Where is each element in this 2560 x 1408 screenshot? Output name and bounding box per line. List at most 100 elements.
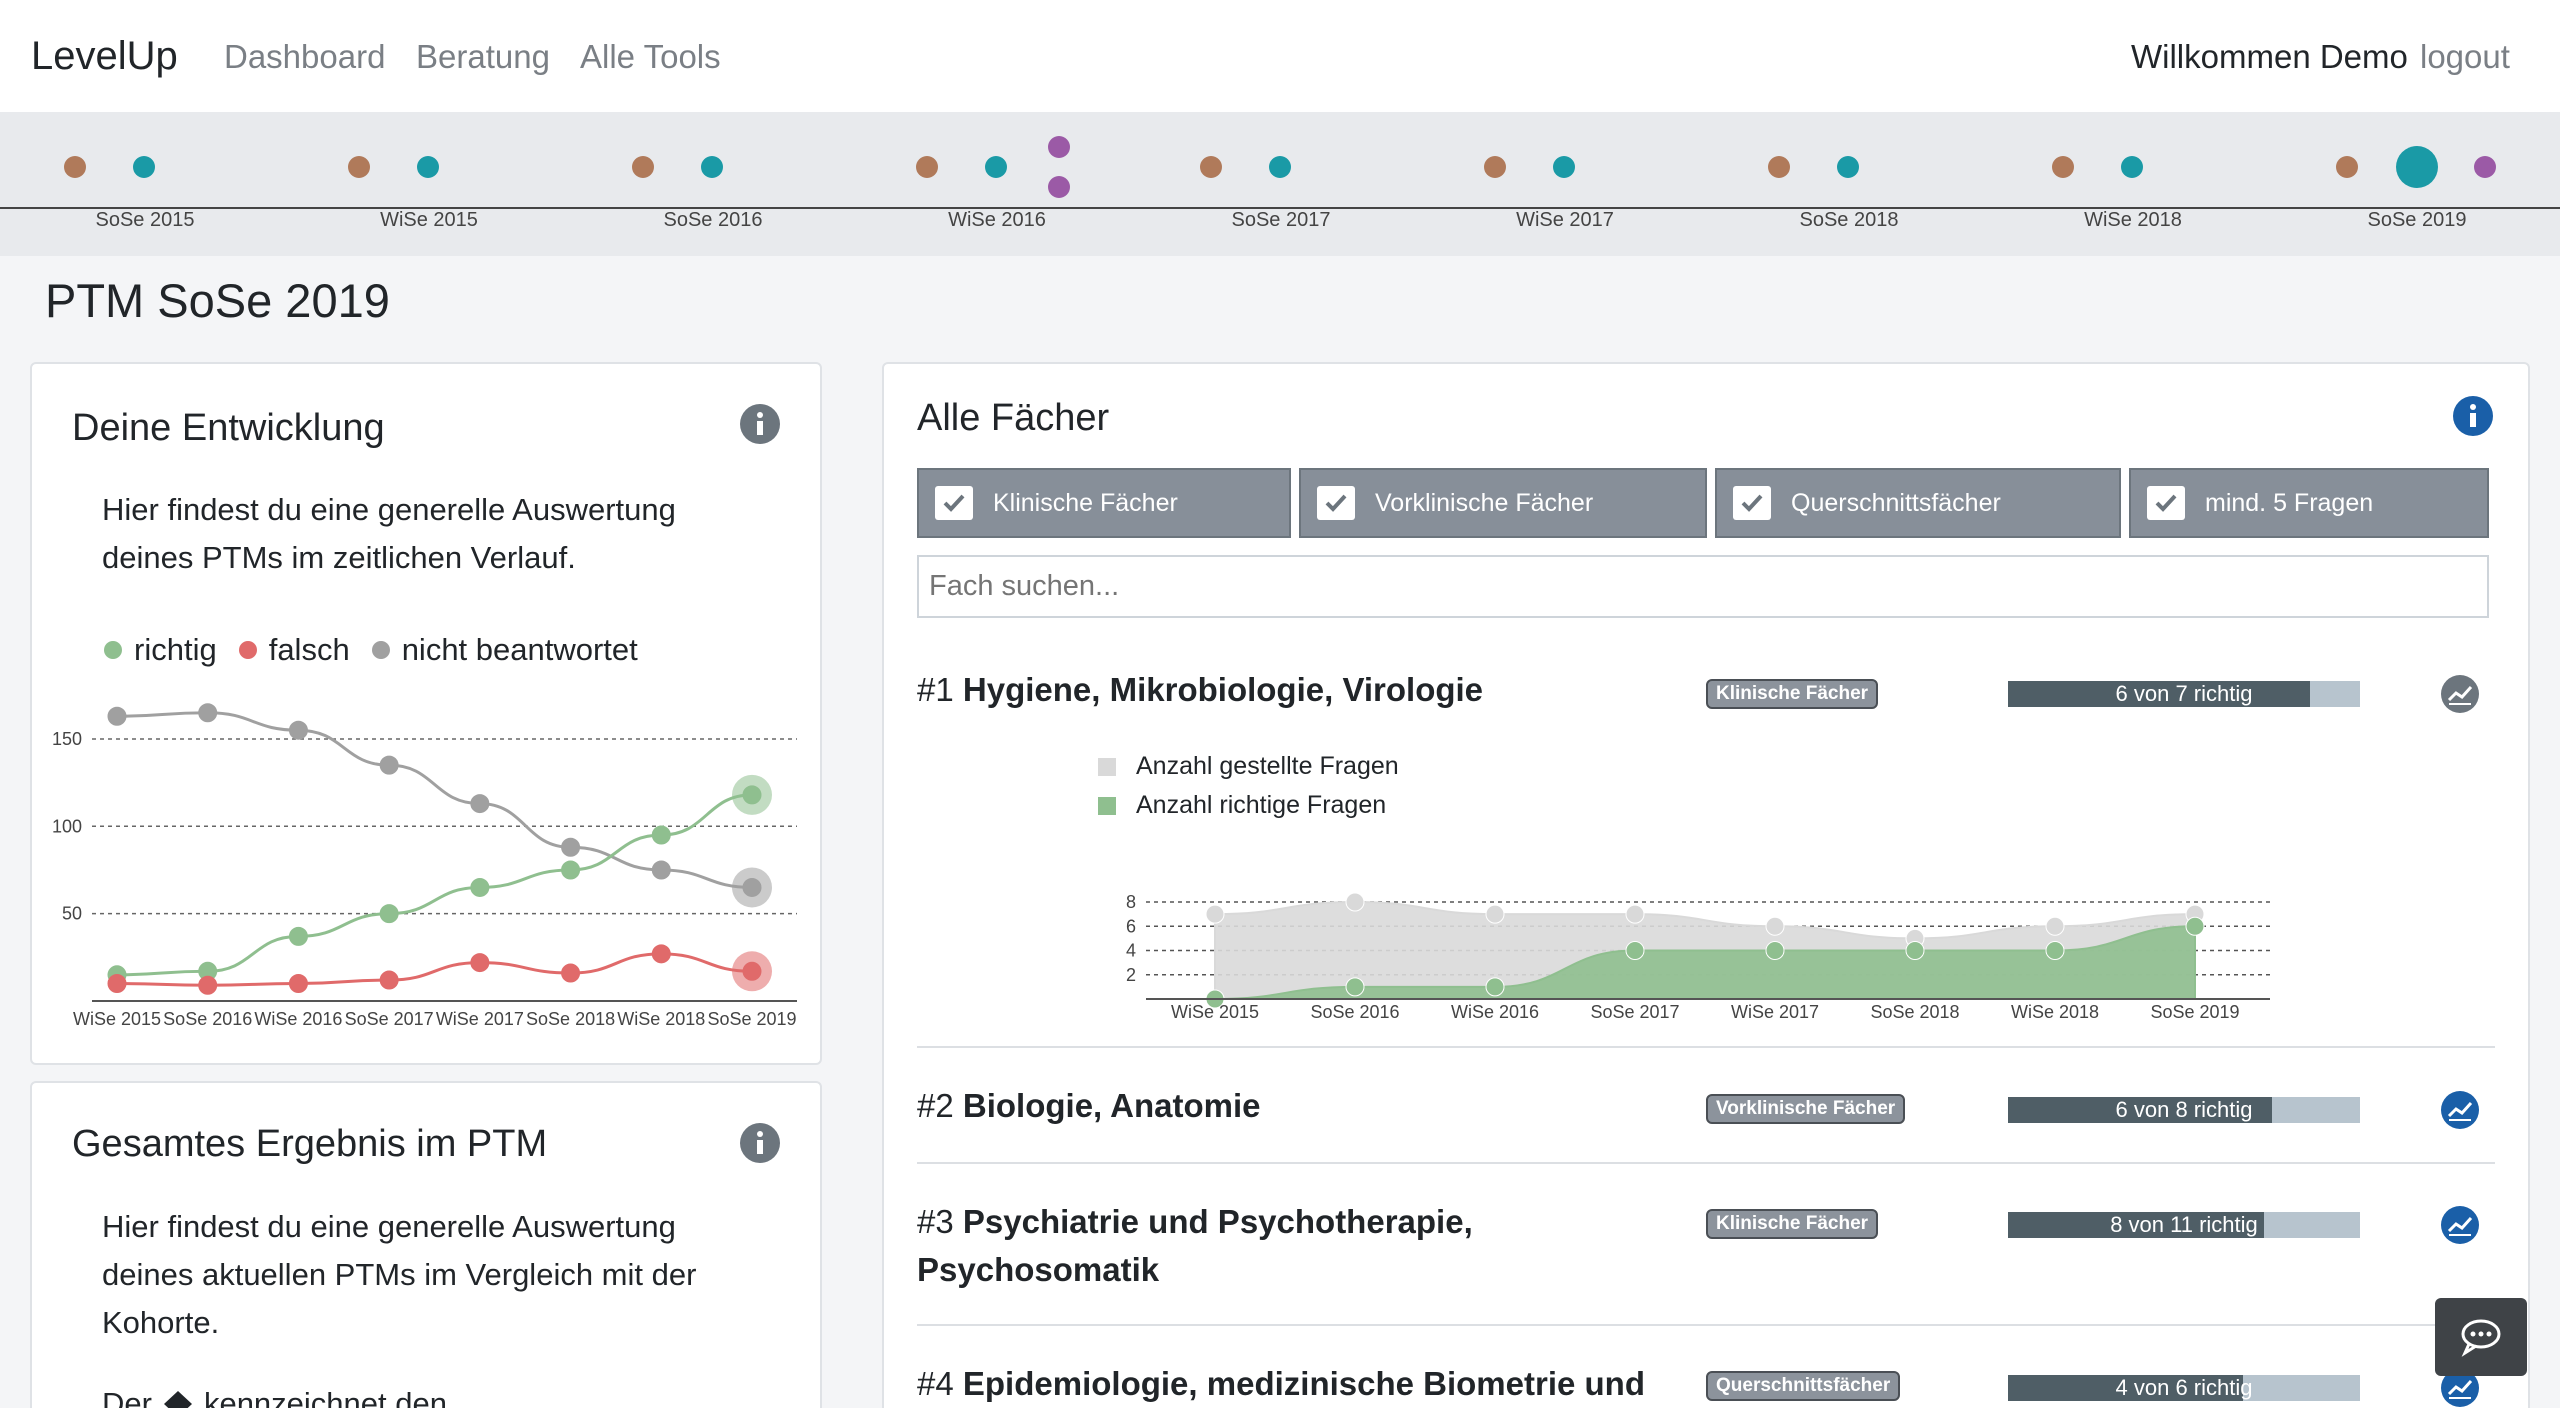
total-result-description: Hier findest du eine generelle Auswertun… xyxy=(102,1209,697,1340)
x-tick-label: SoSe 2016 xyxy=(163,1009,252,1029)
progress-bar: 6 von 8 richtig xyxy=(2008,1097,2360,1123)
progress-label: 4 von 6 richtig xyxy=(2115,1375,2253,1400)
series-point xyxy=(1345,892,1365,912)
subject-title-1[interactable]: #1 Hygiene, Mikrobiologie, Virologie xyxy=(917,666,1483,714)
series-point xyxy=(651,944,671,964)
timeline-dot-brown xyxy=(348,156,370,178)
y-tick-label: 4 xyxy=(1126,941,1136,961)
timeline-dot-brown xyxy=(1484,156,1506,178)
chart-toggle-icon[interactable] xyxy=(2440,674,2480,714)
nav-link-dashboard[interactable]: Dashboard xyxy=(224,38,385,76)
timeline-dot-brown xyxy=(64,156,86,178)
subject-detail-area-chart: 2 4 6 8 WiSe 2015 SoSe 2016 WiSe 2016 SoSe 2017… xyxy=(1126,892,2270,1022)
nav-link-beratung[interactable]: Beratung xyxy=(416,38,550,76)
timeline-dot-teal xyxy=(133,156,155,178)
x-tick-label: SoSe 2018 xyxy=(526,1009,615,1029)
checkbox-checked-icon[interactable] xyxy=(2147,486,2185,520)
timeline-semester-label: WiSe 2017 xyxy=(1516,209,1614,231)
timeline-dot-brown xyxy=(916,156,938,178)
progress-label: 6 von 8 richtig xyxy=(2115,1097,2253,1122)
development-legend: richtig falsch nicht beantwortet xyxy=(104,632,660,668)
development-card: Deine Entwicklung Hier findest du eine g… xyxy=(30,362,822,1065)
subject-title-2[interactable]: #2 Biologie, Anatomie xyxy=(917,1082,1261,1130)
series-point xyxy=(470,877,490,897)
legend-dot-grey xyxy=(371,641,390,659)
info-icon[interactable] xyxy=(740,1123,780,1163)
legend-swatch-grey xyxy=(1098,757,1116,776)
category-badge: Klinische Fächer xyxy=(1706,679,1879,709)
info-icon[interactable] xyxy=(2453,396,2493,436)
page-title: PTM SoSe 2019 xyxy=(45,274,390,327)
timeline-dot-brown xyxy=(2052,156,2074,178)
chart-toggle-icon[interactable] xyxy=(2440,1090,2480,1130)
checkbox-checked-icon[interactable] xyxy=(935,486,973,520)
legend-item-falsch: falsch xyxy=(238,632,350,668)
series-point xyxy=(651,825,671,845)
series-point xyxy=(1485,904,1505,924)
development-card-title: Deine Entwicklung xyxy=(72,407,385,449)
filter-mind-5-fragen[interactable]: mind. 5 Fragen xyxy=(2129,468,2489,538)
timeline-dot-brown xyxy=(2336,156,2358,178)
filter-vorklinische-faecher[interactable]: Vorklinische Fächer xyxy=(1299,468,1707,538)
legend-label-richtig: richtig xyxy=(134,632,217,667)
nav-link-alle-tools[interactable]: Alle Tools xyxy=(580,38,721,76)
diamond-icon xyxy=(163,1391,192,1408)
subject-title-4[interactable]: #4 Epidemiologie, medizinische Biometrie… xyxy=(917,1360,1645,1408)
series-point xyxy=(288,926,308,946)
subject-name-continued: Psychosomatik xyxy=(917,1251,1160,1288)
timeline-dot-purple xyxy=(1048,176,1070,198)
category-badge: Vorklinische Fächer xyxy=(1706,1094,1906,1124)
subjects-card-title: Alle Fächer xyxy=(917,397,1110,439)
legend-item-nicht-beantwortet: nicht beantwortet xyxy=(371,632,638,668)
subject-title-3[interactable]: #3 Psychiatrie und Psychotherapie, Psych… xyxy=(917,1198,1473,1294)
timeline-semester-label: WiSe 2015 xyxy=(380,209,478,231)
timeline-dot-teal xyxy=(2121,156,2143,178)
series-point xyxy=(561,837,581,857)
progress-bar: 4 von 6 richtig xyxy=(2008,1375,2360,1401)
timeline-dot-selected xyxy=(2396,146,2438,188)
category-badge: Klinische Fächer xyxy=(1706,1209,1879,1239)
timeline-semester-label: SoSe 2015 xyxy=(96,209,195,231)
marker-text-after: kennzeichnet den xyxy=(203,1386,447,1408)
y-tick-label: 6 xyxy=(1126,916,1136,936)
series-point xyxy=(288,974,308,994)
timeline-dot-purple xyxy=(1048,136,1070,158)
timeline-semester-label: SoSe 2016 xyxy=(664,209,763,231)
info-icon[interactable] xyxy=(740,404,780,444)
subject-rank: #1 xyxy=(917,671,954,708)
series-point xyxy=(742,961,762,981)
filter-klinische-faecher[interactable]: Klinische Fächer xyxy=(917,468,1291,538)
timeline-dot-brown xyxy=(1200,156,1222,178)
logout-link[interactable]: logout xyxy=(2420,38,2510,76)
chat-icon xyxy=(2461,1319,2501,1357)
series-point xyxy=(561,860,581,880)
filter-label: Querschnittsfächer xyxy=(1791,488,2001,517)
timeline-dot-teal xyxy=(985,156,1007,178)
brand-logo[interactable]: LevelUp xyxy=(31,34,178,79)
subject-name: Psychiatrie und Psychotherapie, xyxy=(962,1203,1473,1240)
timeline-dot-teal xyxy=(701,156,723,178)
timeline-dot-teal xyxy=(417,156,439,178)
timeline-svg: SoSe 2015 WiSe 2015 SoSe 2016 WiSe 2016 SoSe… xyxy=(0,136,2560,231)
marker-text-before: Der xyxy=(102,1386,152,1408)
x-tick-label: SoSe 2019 xyxy=(2150,1002,2239,1022)
row-divider xyxy=(917,1324,2495,1326)
total-result-card-title: Gesamtes Ergebnis im PTM xyxy=(72,1123,548,1165)
series-point xyxy=(742,877,762,897)
filter-label: mind. 5 Fragen xyxy=(2205,488,2374,517)
checkbox-checked-icon[interactable] xyxy=(1733,486,1771,520)
checkbox-checked-icon[interactable] xyxy=(1317,486,1355,520)
series-point xyxy=(2045,916,2065,936)
y-tick-label: 8 xyxy=(1126,892,1136,912)
subject-search-input[interactable] xyxy=(917,555,2489,618)
subject-rank: #4 xyxy=(917,1365,954,1402)
filter-querschnittsfaecher[interactable]: Querschnittsfächer xyxy=(1715,468,2121,538)
series-point xyxy=(107,706,127,726)
y-tick-label: 100 xyxy=(52,816,82,836)
filter-label: Klinische Fächer xyxy=(993,488,1178,517)
chat-button[interactable] xyxy=(2435,1298,2527,1376)
chart-toggle-icon[interactable] xyxy=(2440,1205,2480,1245)
y-tick-label: 150 xyxy=(52,729,82,749)
category-badge: Querschnittsfächer xyxy=(1706,1371,1901,1401)
series-point xyxy=(2045,941,2065,960)
